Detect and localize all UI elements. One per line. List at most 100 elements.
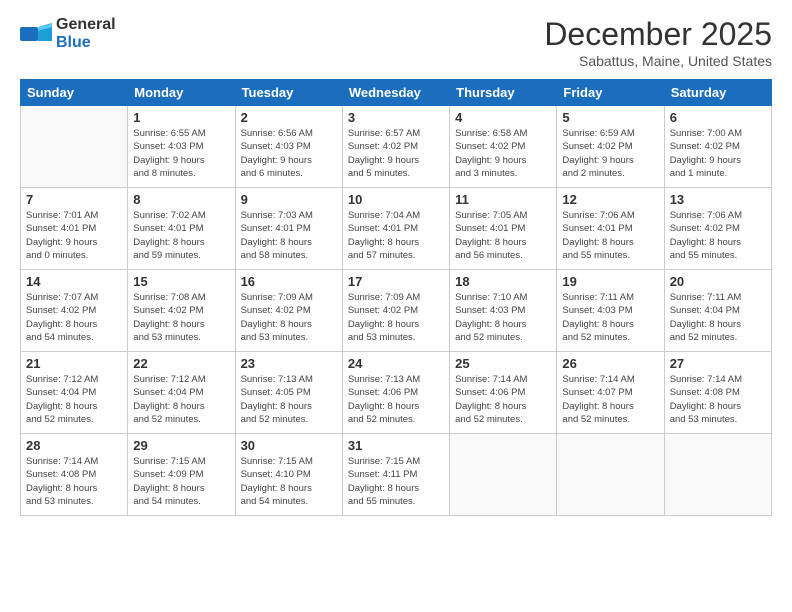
page-container: General Blue December 2025 Sabattus, Mai…: [0, 0, 792, 526]
day-number: 29: [133, 438, 229, 453]
calendar-cell: 27 Sunrise: 7:14 AM Sunset: 4:08 PM Dayli…: [664, 352, 771, 434]
col-sunday: Sunday: [21, 80, 128, 106]
day-number: 16: [241, 274, 337, 289]
day-info: Sunrise: 7:10 AM Sunset: 4:03 PM Dayligh…: [455, 291, 551, 344]
day-info: Sunrise: 7:14 AM Sunset: 4:08 PM Dayligh…: [670, 373, 766, 426]
logo-icon: [20, 23, 52, 45]
day-number: 6: [670, 110, 766, 125]
calendar-table: Sunday Monday Tuesday Wednesday Thursday…: [20, 79, 772, 516]
calendar-cell: 23 Sunrise: 7:13 AM Sunset: 4:05 PM Dayli…: [235, 352, 342, 434]
col-saturday: Saturday: [664, 80, 771, 106]
logo: General Blue: [20, 16, 116, 51]
calendar-cell: [450, 434, 557, 516]
day-number: 7: [26, 192, 122, 207]
day-number: 15: [133, 274, 229, 289]
day-number: 25: [455, 356, 551, 371]
day-info: Sunrise: 7:12 AM Sunset: 4:04 PM Dayligh…: [133, 373, 229, 426]
day-info: Sunrise: 6:57 AM Sunset: 4:02 PM Dayligh…: [348, 127, 444, 180]
day-info: Sunrise: 7:09 AM Sunset: 4:02 PM Dayligh…: [241, 291, 337, 344]
calendar-cell: 2Sunrise: 6:56 AM Sunset: 4:03 PM Daylig…: [235, 106, 342, 188]
title-block: December 2025 Sabattus, Maine, United St…: [544, 16, 772, 69]
calendar-header-row: Sunday Monday Tuesday Wednesday Thursday…: [21, 80, 772, 106]
calendar-cell: 22 Sunrise: 7:12 AM Sunset: 4:04 PM Dayli…: [128, 352, 235, 434]
day-number: 23: [241, 356, 337, 371]
calendar-cell: [557, 434, 664, 516]
day-number: 28: [26, 438, 122, 453]
day-number: 20: [670, 274, 766, 289]
calendar-week-row: 28Sunrise: 7:14 AM Sunset: 4:08 PM Dayli…: [21, 434, 772, 516]
day-info: Sunrise: 7:14 AM Sunset: 4:06 PM Dayligh…: [455, 373, 551, 426]
day-number: 26: [562, 356, 658, 371]
day-number: 30: [241, 438, 337, 453]
calendar-cell: 24 Sunrise: 7:13 AM Sunset: 4:06 PM Dayli…: [342, 352, 449, 434]
day-number: 3: [348, 110, 444, 125]
col-monday: Monday: [128, 80, 235, 106]
day-info: Sunrise: 7:08 AM Sunset: 4:02 PM Dayligh…: [133, 291, 229, 344]
calendar-cell: 7 Sunrise: 7:01 AM Sunset: 4:01 PM Daylig…: [21, 188, 128, 270]
day-info: Sunrise: 7:14 AM Sunset: 4:07 PM Dayligh…: [562, 373, 658, 426]
calendar-week-row: 21 Sunrise: 7:12 AM Sunset: 4:04 PM Dayli…: [21, 352, 772, 434]
calendar-cell: 29 Sunrise: 7:15 AM Sunset: 4:09 PM Dayli…: [128, 434, 235, 516]
day-info: Sunrise: 7:15 AM Sunset: 4:09 PM Dayligh…: [133, 455, 229, 508]
calendar-week-row: 1 Sunrise: 6:55 AM Sunset: 4:03 PM Daylig…: [21, 106, 772, 188]
calendar-cell: 6 Sunrise: 7:00 AM Sunset: 4:02 PM Daylig…: [664, 106, 771, 188]
day-number: 19: [562, 274, 658, 289]
day-info: Sunrise: 7:05 AM Sunset: 4:01 PM Dayligh…: [455, 209, 551, 262]
day-info: Sunrise: 6:55 AM Sunset: 4:03 PM Dayligh…: [133, 127, 229, 180]
day-number: 5: [562, 110, 658, 125]
col-friday: Friday: [557, 80, 664, 106]
calendar-cell: 4Sunrise: 6:58 AM Sunset: 4:02 PM Daylig…: [450, 106, 557, 188]
day-info: Sunrise: 7:02 AM Sunset: 4:01 PM Dayligh…: [133, 209, 229, 262]
day-number: 18: [455, 274, 551, 289]
day-info: Sunrise: 7:15 AM Sunset: 4:10 PM Dayligh…: [241, 455, 337, 508]
day-number: 10: [348, 192, 444, 207]
col-tuesday: Tuesday: [235, 80, 342, 106]
day-number: 31: [348, 438, 444, 453]
day-number: 2: [241, 110, 337, 125]
day-number: 24: [348, 356, 444, 371]
calendar-cell: 9Sunrise: 7:03 AM Sunset: 4:01 PM Daylig…: [235, 188, 342, 270]
day-info: Sunrise: 7:04 AM Sunset: 4:01 PM Dayligh…: [348, 209, 444, 262]
day-info: Sunrise: 7:01 AM Sunset: 4:01 PM Dayligh…: [26, 209, 122, 262]
col-thursday: Thursday: [450, 80, 557, 106]
day-number: 14: [26, 274, 122, 289]
calendar-cell: 16 Sunrise: 7:09 AM Sunset: 4:02 PM Dayli…: [235, 270, 342, 352]
day-number: 13: [670, 192, 766, 207]
day-info: Sunrise: 6:58 AM Sunset: 4:02 PM Dayligh…: [455, 127, 551, 180]
day-number: 1: [133, 110, 229, 125]
day-number: 11: [455, 192, 551, 207]
calendar-cell: 5Sunrise: 6:59 AM Sunset: 4:02 PM Daylig…: [557, 106, 664, 188]
calendar-cell: 11 Sunrise: 7:05 AM Sunset: 4:01 PM Dayli…: [450, 188, 557, 270]
day-info: Sunrise: 7:03 AM Sunset: 4:01 PM Dayligh…: [241, 209, 337, 262]
calendar-week-row: 14Sunrise: 7:07 AM Sunset: 4:02 PM Dayli…: [21, 270, 772, 352]
day-number: 22: [133, 356, 229, 371]
day-info: Sunrise: 7:13 AM Sunset: 4:06 PM Dayligh…: [348, 373, 444, 426]
day-number: 27: [670, 356, 766, 371]
calendar-week-row: 7 Sunrise: 7:01 AM Sunset: 4:01 PM Daylig…: [21, 188, 772, 270]
day-info: Sunrise: 7:15 AM Sunset: 4:11 PM Dayligh…: [348, 455, 444, 508]
calendar-cell: 19 Sunrise: 7:11 AM Sunset: 4:03 PM Dayli…: [557, 270, 664, 352]
logo-blue-text: Blue: [56, 34, 116, 52]
day-info: Sunrise: 7:11 AM Sunset: 4:04 PM Dayligh…: [670, 291, 766, 344]
day-info: Sunrise: 7:00 AM Sunset: 4:02 PM Dayligh…: [670, 127, 766, 180]
day-number: 21: [26, 356, 122, 371]
calendar-cell: 30 Sunrise: 7:15 AM Sunset: 4:10 PM Dayli…: [235, 434, 342, 516]
day-number: 17: [348, 274, 444, 289]
day-info: Sunrise: 7:12 AM Sunset: 4:04 PM Dayligh…: [26, 373, 122, 426]
calendar-cell: 28Sunrise: 7:14 AM Sunset: 4:08 PM Dayli…: [21, 434, 128, 516]
calendar-cell: 31 Sunrise: 7:15 AM Sunset: 4:11 PM Dayli…: [342, 434, 449, 516]
day-info: Sunrise: 7:11 AM Sunset: 4:03 PM Dayligh…: [562, 291, 658, 344]
day-number: 8: [133, 192, 229, 207]
day-info: Sunrise: 7:06 AM Sunset: 4:01 PM Dayligh…: [562, 209, 658, 262]
month-title: December 2025: [544, 16, 772, 53]
calendar-cell: 14Sunrise: 7:07 AM Sunset: 4:02 PM Dayli…: [21, 270, 128, 352]
day-info: Sunrise: 7:06 AM Sunset: 4:02 PM Dayligh…: [670, 209, 766, 262]
calendar-cell: [21, 106, 128, 188]
calendar-cell: 15 Sunrise: 7:08 AM Sunset: 4:02 PM Dayli…: [128, 270, 235, 352]
day-info: Sunrise: 7:09 AM Sunset: 4:02 PM Dayligh…: [348, 291, 444, 344]
col-wednesday: Wednesday: [342, 80, 449, 106]
calendar-cell: 8 Sunrise: 7:02 AM Sunset: 4:01 PM Daylig…: [128, 188, 235, 270]
calendar-cell: 25 Sunrise: 7:14 AM Sunset: 4:06 PM Dayli…: [450, 352, 557, 434]
day-info: Sunrise: 7:13 AM Sunset: 4:05 PM Dayligh…: [241, 373, 337, 426]
calendar-cell: 21 Sunrise: 7:12 AM Sunset: 4:04 PM Dayli…: [21, 352, 128, 434]
